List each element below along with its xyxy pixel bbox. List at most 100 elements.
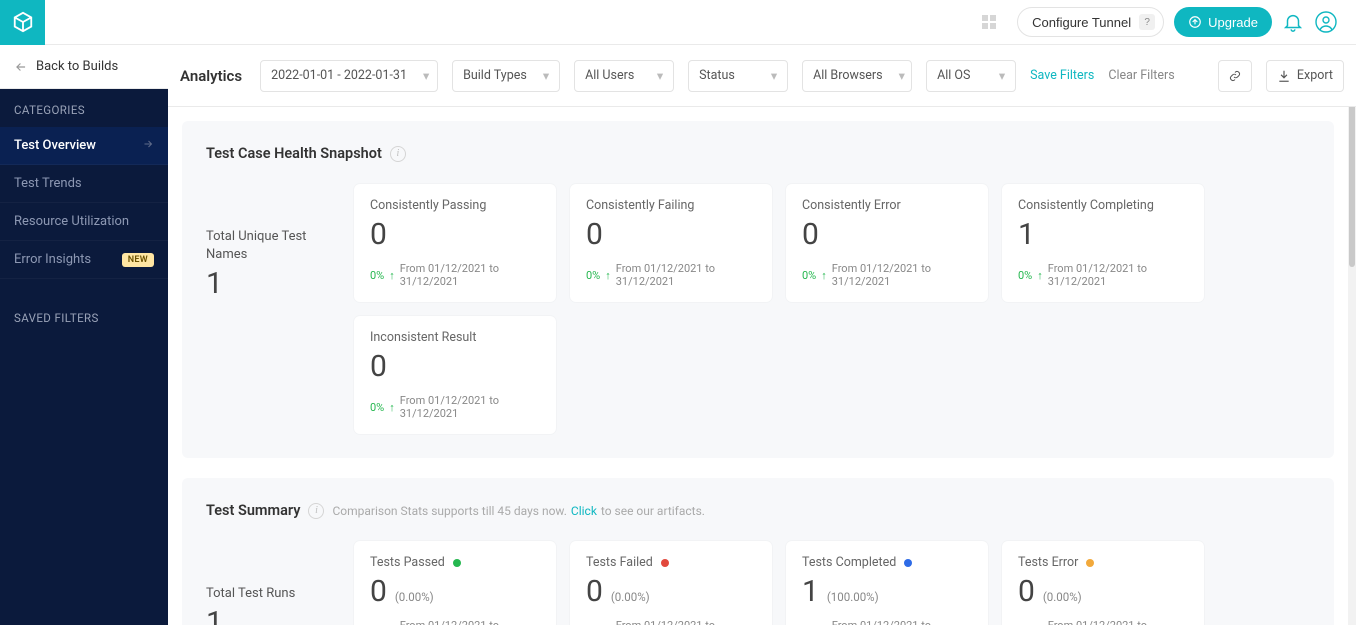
saved-filters-header: SAVED FILTERS [0,297,168,335]
card-range: From 01/12/2021 to 31/12/2021 [616,619,756,625]
chevron-down-icon: ▾ [543,68,549,84]
info-icon[interactable]: i [390,146,406,162]
filter-status[interactable]: Status ▾ [688,60,788,92]
card-value: 0 [370,217,387,252]
profile-icon[interactable] [1314,10,1338,34]
sidebar-item-label: Resource Utilization [14,214,129,229]
panel-health-snapshot: Test Case Health Snapshot i Total Unique… [182,121,1334,458]
card-inconsistent-result: Inconsistent Result 0 0% ↑ From 01/12/20… [354,316,556,434]
card-tests-failed: Tests Failed 0(0.00%) 0%↑From 01/12/2021… [570,541,772,625]
card-title: Tests Completed [802,555,896,570]
sidebar-item-label: Test Trends [14,176,82,191]
filter-build-label: Build Types [463,68,527,83]
share-link-button[interactable] [1218,60,1252,92]
filter-browsers-label: All Browsers [813,68,883,83]
card-title: Consistently Failing [586,198,756,213]
link-icon [1229,69,1241,83]
new-badge: NEW [122,253,154,267]
card-pct: 0% [802,269,816,282]
arrow-right-icon [142,138,154,154]
apps-grid-icon[interactable] [981,14,997,30]
trend-up-icon: ↑ [1037,269,1043,282]
sidebar-item-error-insights[interactable]: Error Insights NEW [0,241,168,279]
sidebar-item-label: Error Insights [14,252,91,267]
export-button[interactable]: Export [1266,60,1344,92]
notifications-icon[interactable] [1282,11,1304,33]
card-value: 0 [802,217,819,252]
card-pct: 0% [1018,269,1032,282]
trend-up-icon: ↑ [821,269,827,282]
upgrade-button[interactable]: Upgrade [1174,7,1272,37]
export-label: Export [1297,68,1333,83]
card-value: 0 [586,574,603,609]
card-range: From 01/12/2021 to 31/12/2021 [832,619,972,625]
sidebar-item-label: Test Overview [14,138,96,153]
card-range: From 01/12/2021 to 31/12/2021 [1048,262,1188,288]
brand-logo[interactable] [0,0,45,45]
panel-test-summary: Test Summary i Comparison Stats supports… [182,478,1334,625]
card-sub: (0.00%) [611,590,650,604]
card-title: Tests Passed [370,555,445,570]
card-sub: (0.00%) [395,590,434,604]
sidebar: Back to Builds CATEGORIES Test Overview … [0,45,168,625]
snapshot-cards: Consistently Passing 0 0% ↑ From 01/12/2… [354,184,1310,434]
card-value: 0 [586,217,603,252]
status-dot-icon [904,559,912,567]
card-range: From 01/12/2021 to 31/12/2021 [616,262,756,288]
filter-build-types[interactable]: Build Types ▾ [452,60,560,92]
filter-browsers[interactable]: All Browsers ▾ [802,60,912,92]
card-pct: 0% [370,401,384,414]
filter-os[interactable]: All OS ▾ [926,60,1016,92]
card-consistently-error: Consistently Error 0 0% ↑ From 01/12/202… [786,184,988,302]
card-range: From 01/12/2021 to 31/12/2021 [400,262,540,288]
left-metric-value: 1 [206,605,336,625]
sidebar-item-test-trends[interactable]: Test Trends [0,165,168,203]
back-to-builds[interactable]: Back to Builds [0,45,168,89]
left-metric-label: Total Test Runs [206,585,336,603]
card-title: Consistently Completing [1018,198,1188,213]
save-filters-link[interactable]: Save Filters [1030,68,1094,83]
configure-tunnel-label: Configure Tunnel [1032,15,1131,30]
filter-users-label: All Users [585,68,634,83]
card-sub: (0.00%) [1043,590,1082,604]
card-sub: (100.00%) [827,590,879,604]
panel-title: Test Case Health Snapshot [206,145,382,162]
left-metric-value: 1 [206,266,336,301]
status-dot-icon [1086,559,1094,567]
card-title: Tests Failed [586,555,653,570]
filter-date-label: 2022-01-01 - 2022-01-31 [271,68,407,83]
card-value: 0 [1018,574,1035,609]
filter-users[interactable]: All Users ▾ [574,60,674,92]
filter-date-range[interactable]: 2022-01-01 - 2022-01-31 ▾ [260,60,438,92]
card-consistently-failing: Consistently Failing 0 0% ↑ From 01/12/2… [570,184,772,302]
summary-hint-link[interactable]: Click [571,504,597,518]
status-dot-icon [453,559,461,567]
card-value: 0 [370,574,387,609]
back-label: Back to Builds [36,59,118,74]
summary-cards: Tests Passed 0(0.00%) 0%↑From 01/12/2021… [354,541,1310,625]
card-tests-passed: Tests Passed 0(0.00%) 0%↑From 01/12/2021… [354,541,556,625]
chevron-down-icon: ▾ [999,68,1005,84]
top-header: Configure Tunnel ? Upgrade [0,0,1356,45]
card-value: 0 [370,349,387,384]
card-range: From 01/12/2021 to 31/12/2021 [1048,619,1188,625]
sidebar-item-resource-utilization[interactable]: Resource Utilization [0,203,168,241]
configure-tunnel-button[interactable]: Configure Tunnel ? [1017,7,1164,37]
card-tests-completed: Tests Completed 1(100.00%) 0%↑From 01/12… [786,541,988,625]
trend-up-icon: ↑ [605,269,611,282]
card-range: From 01/12/2021 to 31/12/2021 [832,262,972,288]
sidebar-item-test-overview[interactable]: Test Overview [0,127,168,165]
page-title: Analytics [180,67,242,85]
content-area: Test Case Health Snapshot i Total Unique… [168,107,1348,625]
clear-filters-link[interactable]: Clear Filters [1108,68,1174,83]
scrollbar[interactable] [1348,45,1356,625]
left-metric-label: Total Unique Test Names [206,228,336,264]
upgrade-icon [1188,15,1202,29]
trend-up-icon: ↑ [389,269,395,282]
chevron-down-icon: ▾ [657,68,663,84]
card-value: 1 [802,574,819,609]
categories-header: CATEGORIES [0,89,168,127]
chevron-down-icon: ▾ [899,68,905,84]
info-icon[interactable]: i [308,503,324,519]
card-pct: 0% [586,269,600,282]
